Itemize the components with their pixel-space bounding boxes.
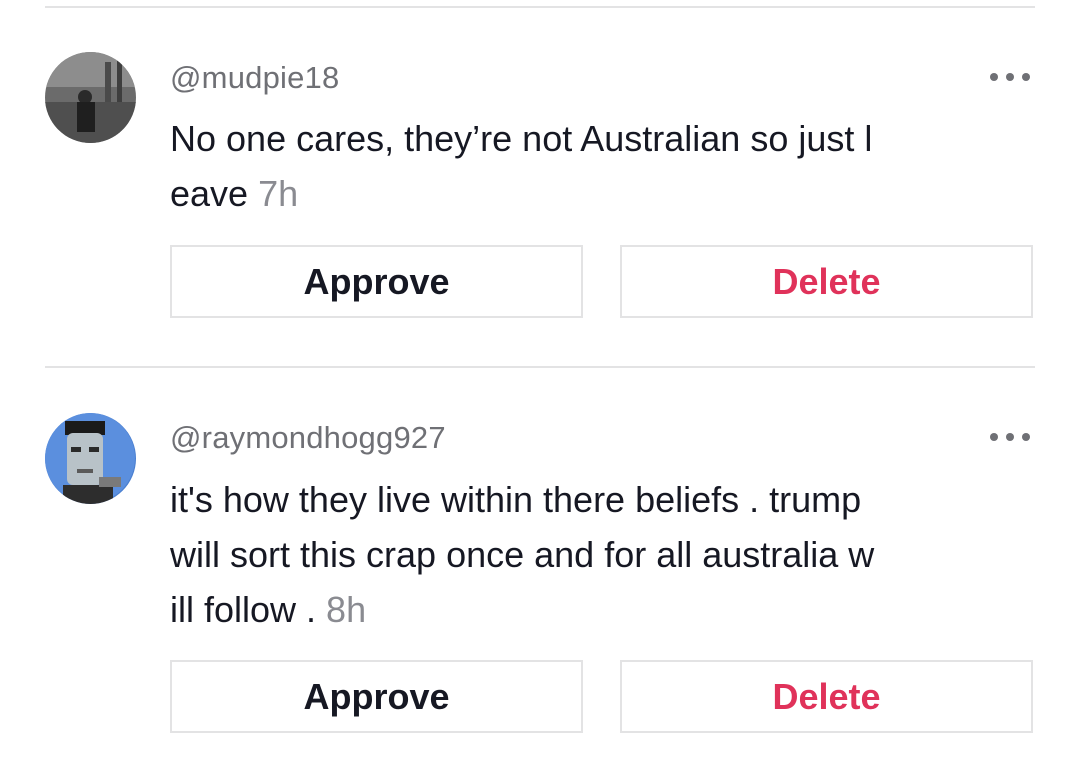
approve-button[interactable]: Approve xyxy=(170,660,583,733)
dark-figure-avatar-icon xyxy=(45,52,136,143)
comment-text-line: will sort this crap once and for all aus… xyxy=(170,534,875,575)
delete-button[interactable]: Delete xyxy=(620,245,1033,318)
comment-text-line: eave xyxy=(170,173,259,214)
comment-time: 7h xyxy=(258,173,299,214)
comment-time: 8h xyxy=(326,589,367,630)
comment-username[interactable]: @raymondhogg927 xyxy=(170,420,446,456)
more-options-icon[interactable] xyxy=(990,70,1030,84)
more-options-icon[interactable] xyxy=(990,430,1030,444)
comment-text: No one cares, they’re not Australian so … xyxy=(170,111,1038,221)
comment-text-line: No one cares, they’re not Australian so … xyxy=(170,118,873,159)
comment-username[interactable]: @mudpie18 xyxy=(170,60,339,96)
top-divider xyxy=(45,6,1035,8)
avatar[interactable] xyxy=(45,52,136,143)
approve-button[interactable]: Approve xyxy=(170,245,583,318)
delete-button[interactable]: Delete xyxy=(620,660,1033,733)
avatar[interactable] xyxy=(45,413,136,504)
comment-text-line: it's how they live within there beliefs … xyxy=(170,479,862,520)
comment-divider xyxy=(45,366,1035,368)
comment-text: it's how they live within there beliefs … xyxy=(170,472,1038,637)
comment-text-line: ill follow . xyxy=(170,589,327,630)
monster-face-avatar-icon xyxy=(45,413,136,504)
